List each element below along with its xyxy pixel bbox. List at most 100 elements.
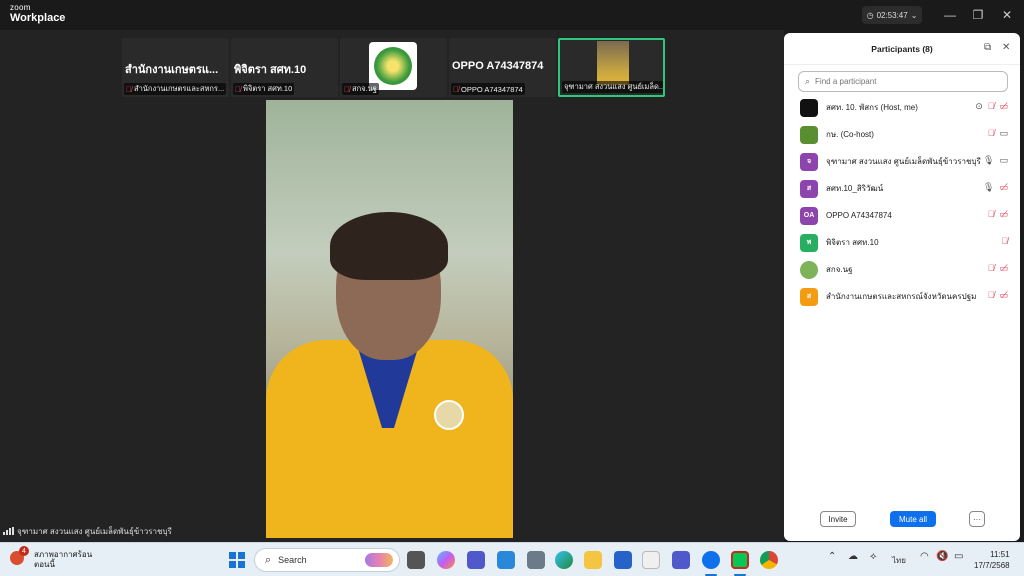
- avatar: OA: [800, 206, 818, 225]
- chrome-icon[interactable]: [760, 551, 778, 569]
- participant-row[interactable]: สศท. 10. พัสกร (Host, me) ⊙ 🎙̸ ▭̸: [784, 94, 1020, 121]
- panel-header: Participants (8) ⧉ ✕: [784, 33, 1020, 65]
- video-on-icon[interactable]: ▭: [999, 129, 1008, 138]
- mic-muted-icon[interactable]: 🎙̸: [1001, 237, 1008, 246]
- video-tile[interactable]: OPPO A74347874 🎙̸ OPPO A74347874: [449, 38, 556, 97]
- speaker-caption: จุฑามาศ สงวนแสง ศูนย์เมล็ดพันธุ์ข้าวราชบ…: [3, 524, 172, 538]
- teams-work-icon[interactable]: [672, 551, 690, 569]
- mic-on-icon[interactable]: 🎙: [983, 156, 994, 165]
- tile-caption: 🎙̸ พิจิตรา สศท.10: [233, 83, 295, 95]
- battery-icon[interactable]: ▭: [954, 551, 963, 562]
- tile-caption-text: จุฑามาศ สงวนแสง ศูนย์เมล็ด...: [564, 82, 665, 91]
- avatar: จ: [800, 152, 818, 171]
- minimize-icon[interactable]: —: [940, 5, 960, 25]
- avatar: ส: [800, 179, 818, 198]
- store-icon[interactable]: [614, 551, 632, 569]
- mic-muted-icon[interactable]: 🎙̸: [988, 102, 995, 111]
- mic-muted-icon[interactable]: 🎙̸: [988, 264, 995, 273]
- participant-name: พิจิตรา สศท.10: [826, 238, 879, 247]
- teams-icon[interactable]: [467, 551, 485, 569]
- avatar: [800, 260, 818, 279]
- weather-subtitle: ตอนนี้: [34, 560, 55, 569]
- video-off-icon[interactable]: ▭̸: [999, 291, 1008, 300]
- network-activity-icon[interactable]: ⟡: [870, 551, 877, 562]
- close-panel-icon[interactable]: ✕: [1002, 42, 1010, 53]
- tile-caption-text: สกจ.นฐ: [352, 84, 377, 93]
- title-bar: zoom Workplace ◷ 02:53:47 ⌄ — ❐ ✕: [0, 0, 1024, 30]
- search-input[interactable]: [815, 77, 996, 86]
- wifi-icon[interactable]: ◠: [920, 551, 929, 562]
- calendar-app-icon[interactable]: [497, 551, 515, 569]
- search-highlight-icon: [365, 553, 393, 567]
- speaker-hair: [330, 212, 448, 280]
- tile-caption: 🎙̸ สกจ.นฐ: [342, 83, 379, 95]
- file-explorer-icon[interactable]: [584, 551, 602, 569]
- video-tile[interactable]: สำนักงานเกษตรแ... 🎙̸ สำนักงานเกษตรและสหกร…: [122, 38, 229, 97]
- edge-browser-icon[interactable]: [555, 551, 573, 569]
- participant-row[interactable]: กษ. (Co-host) 🎙̸ ▭: [784, 121, 1020, 148]
- video-off-icon[interactable]: ▭̸: [999, 183, 1008, 192]
- task-view-icon[interactable]: [407, 551, 425, 569]
- tile-name: พิจิตรา สศท.10: [234, 64, 307, 76]
- participant-row[interactable]: ส สำนักงานเกษตรและสหกรณ์จังหวัดนครปฐม 🎙̸…: [784, 283, 1020, 310]
- mic-muted-icon[interactable]: 🎙̸: [988, 210, 995, 219]
- pop-out-icon[interactable]: ⧉: [984, 42, 991, 53]
- active-speaker-tile[interactable]: จุฑามาศ สงวนแสง ศูนย์เมล็ด...: [558, 38, 665, 97]
- timer-text: 02:53:47: [876, 10, 908, 20]
- mic-muted-icon: 🎙̸: [344, 84, 350, 94]
- camera-thumbnail: [597, 41, 629, 85]
- participant-row[interactable]: OA OPPO A74347874 🎙̸ ▭̸: [784, 202, 1020, 229]
- video-tile[interactable]: 🎙̸ สกจ.นฐ: [340, 38, 447, 97]
- language-indicator[interactable]: ไทย: [892, 554, 906, 567]
- participant-row[interactable]: สกจ.นฐ 🎙̸ ▭̸: [784, 256, 1020, 283]
- avatar: พ: [800, 233, 818, 252]
- mic-muted-icon: 🎙̸: [126, 84, 132, 94]
- clock[interactable]: 11:51 17/7/2568: [974, 549, 1010, 571]
- line-app-icon[interactable]: [731, 551, 749, 569]
- participant-name: กษ. (Co-host): [826, 130, 874, 139]
- mic-muted-icon: 🎙̸: [453, 84, 459, 94]
- participant-row[interactable]: พ พิจิตรา สศท.10 🎙̸: [784, 229, 1020, 256]
- shirt-emblem: [434, 400, 464, 430]
- video-tile[interactable]: พิจิตรา สศท.10 🎙̸ พิจิตรา สศท.10: [231, 38, 338, 97]
- video-off-icon[interactable]: ▭̸: [999, 102, 1008, 111]
- main-video[interactable]: [266, 100, 513, 538]
- video-strip: สำนักงานเกษตรแ... 🎙̸ สำนักงานเกษตรและสหกร…: [122, 38, 665, 97]
- notification-badge: 4: [19, 546, 29, 556]
- tile-caption: 🎙̸ OPPO A74347874: [451, 83, 525, 95]
- mic-muted-icon[interactable]: 🎙̸: [988, 291, 995, 300]
- logo-line1: zoom: [10, 3, 31, 12]
- participant-row[interactable]: จ จุฑามาศ สงวนแสง ศูนย์เมล็ดพันธุ์ข้าวรา…: [784, 148, 1020, 175]
- meeting-timer[interactable]: ◷ 02:53:47 ⌄: [862, 6, 922, 24]
- tile-caption: 🎙̸ สำนักงานเกษตรและสหกร...: [124, 83, 227, 95]
- tile-caption: จุฑามาศ สงวนแสง ศูนย์เมล็ด...: [562, 81, 665, 93]
- participant-name: จุฑามาศ สงวนแสง ศูนย์เมล็ดพันธุ์ข้าวราชบ…: [826, 157, 981, 166]
- participant-search[interactable]: ⌕: [798, 71, 1008, 92]
- participant-row[interactable]: ส สศท.10_สิริวัฒน์ 🎙 ▭̸: [784, 175, 1020, 202]
- calculator-icon[interactable]: [527, 551, 545, 569]
- zoom-logo: zoom Workplace: [10, 4, 65, 24]
- mic-on-icon[interactable]: 🎙: [983, 183, 994, 192]
- video-off-icon[interactable]: ▭̸: [999, 264, 1008, 273]
- taskbar-search[interactable]: ⌕ Search: [254, 548, 400, 572]
- logo-line2: Workplace: [10, 12, 66, 24]
- participant-name: สำนักงานเกษตรและสหกรณ์จังหวัดนครปฐม: [826, 292, 977, 301]
- video-on-icon[interactable]: ▭: [999, 156, 1008, 165]
- participant-name: สกจ.นฐ: [826, 265, 853, 274]
- tile-caption-text: สำนักงานเกษตรและสหกร...: [134, 84, 225, 93]
- chevron-up-icon[interactable]: ⌃: [828, 551, 836, 562]
- mic-muted-icon[interactable]: 🎙̸: [988, 129, 995, 138]
- more-options-button[interactable]: ···: [969, 511, 985, 527]
- windows-start-icon[interactable]: [229, 552, 245, 568]
- zoom-app-icon[interactable]: [702, 551, 720, 569]
- notepad-icon[interactable]: [642, 551, 660, 569]
- cloud-icon[interactable]: ☁: [848, 551, 858, 562]
- copilot-icon[interactable]: [437, 551, 455, 569]
- maximize-icon[interactable]: ❐: [968, 5, 988, 25]
- speaker-muted-icon[interactable]: 🔇: [936, 551, 948, 562]
- invite-button[interactable]: Invite: [820, 511, 856, 527]
- video-off-icon[interactable]: ▭̸: [999, 210, 1008, 219]
- close-icon[interactable]: ✕: [997, 5, 1017, 25]
- mute-all-button[interactable]: Mute all: [890, 511, 936, 527]
- search-icon: ⌕: [805, 76, 811, 86]
